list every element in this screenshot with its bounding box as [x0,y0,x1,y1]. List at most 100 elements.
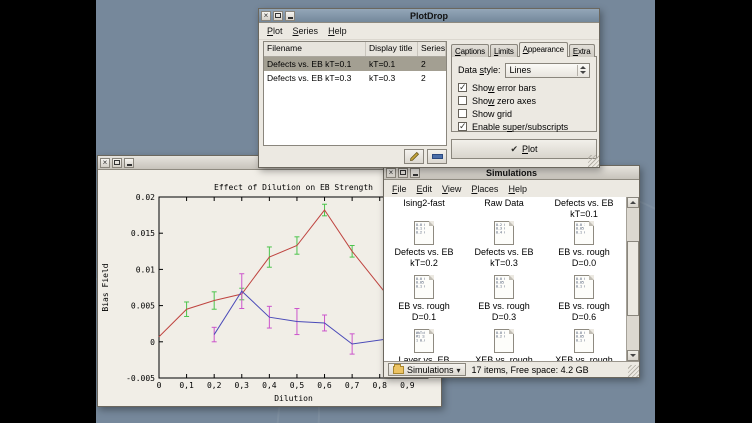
maximize-icon[interactable] [273,11,283,21]
checkbox[interactable] [458,83,467,92]
scroll-up-icon[interactable] [627,197,639,208]
table-cell: Defects vs. EB kT=0.3 [264,73,366,83]
add-file-button[interactable] [404,149,424,164]
remove-file-button[interactable] [427,149,447,164]
column-header-series[interactable]: Series [418,42,446,56]
svg-text:0,2: 0,2 [207,381,222,390]
tab-strip: CaptionsLimitsAppearanceExtra [451,41,597,57]
file-label: Defects vs. EB kT=0.2 [394,247,453,269]
svg-text:-0.005: -0.005 [126,374,155,383]
checkbox-row[interactable]: Show error bars [458,81,590,94]
resize-grip[interactable] [588,155,599,167]
file-icon: #kT=0.#1 1s1 0.002 0.01 [414,329,434,353]
table-header: Filename Display title Series [264,42,446,57]
status-bar: Simulations 17 items, Free space: 4.2 GB [384,361,639,377]
file-icon: 0.2 0.0.3 0.0.4 0.0.5 0. [494,221,514,245]
checkbox-label: Enable super/subscripts [472,122,568,132]
close-icon[interactable] [100,158,110,168]
tab-appearance[interactable]: Appearance [519,42,568,57]
simulations-menubar: FileEditViewPlacesHelp [384,180,639,198]
location-label: Simulations [407,365,454,375]
file-label: Defects vs. EB kT=0.3 [474,247,533,269]
file-item[interactable]: Ising2-fast [384,198,464,219]
file-item[interactable]: 0.0 0.0.2 0.XEB vs. rough [464,327,544,361]
close-icon[interactable] [261,11,271,21]
file-item[interactable]: 0.0 0.0.1 0.0.2 0.0.3 0.Defects vs. EB k… [384,219,464,273]
file-item[interactable]: #kT=0.#1 1s1 0.002 0.01Layer vs. EB [384,327,464,361]
menu-edit[interactable]: Edit [412,183,438,195]
svg-text:0,4: 0,4 [262,381,277,390]
file-item[interactable]: 0.0 0.0.05 00.1 0.0.15 0XEB vs. rough [544,327,624,361]
column-header-display-title[interactable]: Display title [366,42,418,56]
plotdrop-titlebar[interactable]: PlotDrop [259,9,599,23]
resize-grip[interactable] [628,365,639,377]
file-item[interactable]: 0.0 1.0.05 00.1 0.0.15 0EB vs. rough D=0… [544,219,624,273]
tab-extra[interactable]: Extra [569,44,595,57]
file-item[interactable]: 0.0 0.0.05 00.1 0.0.15 0EB vs. rough D=0… [464,273,544,327]
menu-help[interactable]: Help [503,183,532,195]
settings-panel: CaptionsLimitsAppearanceExtra Data style… [451,41,597,159]
minimize-icon[interactable] [410,168,420,178]
file-label: Defects vs. EB kT=0.1 [554,198,613,220]
menu-places[interactable]: Places [466,183,503,195]
table-cell: kT=0.3 [366,73,418,83]
menu-view[interactable]: View [437,183,466,195]
svg-text:0,7: 0,7 [345,381,360,390]
minimize-icon[interactable] [124,158,134,168]
tab-limits[interactable]: Limits [490,44,518,57]
tab-captions[interactable]: Captions [451,44,489,57]
data-style-label: Data style: [458,65,501,75]
table-row[interactable]: Defects vs. EB kT=0.1kT=0.12 [264,57,446,71]
scrollbar[interactable] [626,197,639,361]
file-item[interactable]: 0.2 0.0.3 0.0.4 0.0.5 0.Defects vs. EB k… [464,219,544,273]
minimize-icon[interactable] [285,11,295,21]
checkbox[interactable] [458,96,467,105]
file-table: Filename Display title Series Defects vs… [263,41,447,146]
folder-icon [393,366,404,374]
svg-text:0,3: 0,3 [235,381,250,390]
menu-help[interactable]: Help [323,25,352,37]
file-icon: 0.0 0.0.05 00.1 0.0.15 0 [574,275,594,299]
close-icon[interactable] [386,168,396,178]
file-icon: 0.0 0.0.05 00.1 0.0.15 0 [494,275,514,299]
file-item[interactable]: Defects vs. EB kT=0.1 [544,198,624,219]
file-label: EB vs. rough D=0.1 [398,301,450,323]
checkbox[interactable] [458,122,467,131]
svg-text:Effect of Dilution on EB Stren: Effect of Dilution on EB Strength [214,183,373,192]
file-label: EB vs. rough D=0.6 [558,301,610,323]
menu-file[interactable]: File [387,183,412,195]
plot-button[interactable]: Plot [451,139,597,159]
maximize-icon[interactable] [112,158,122,168]
svg-text:0.02: 0.02 [136,193,155,202]
svg-text:0.005: 0.005 [131,302,155,311]
svg-text:0,1: 0,1 [179,381,194,390]
checkbox-row[interactable]: Enable super/subscripts [458,120,590,133]
screen: Effect of Dilution on EB StrengthDilutio… [0,0,752,423]
scrollbar-thumb[interactable] [627,241,639,316]
checkbox[interactable] [458,109,467,118]
pencil-icon [409,151,420,162]
location-button[interactable]: Simulations [388,363,466,376]
data-style-select[interactable]: Lines [505,63,590,78]
file-item[interactable]: 0.0 0.0.05 00.1 0.0.15 0EB vs. rough D=0… [544,273,624,327]
file-item[interactable]: 0.0 0.0.05 00.1 0.0.15 0EB vs. rough D=0… [384,273,464,327]
spinner-icon[interactable] [577,65,588,76]
menu-plot[interactable]: Plot [262,25,288,37]
checkbox-row[interactable]: Show grid [458,107,590,120]
svg-text:0,5: 0,5 [290,381,305,390]
checkbox-label: Show grid [472,109,512,119]
plotdrop-window: PlotDrop PlotSeriesHelp Filename Display… [258,8,600,168]
window-title: PlotDrop [259,11,599,21]
file-label: EB vs. rough D=0.3 [478,301,530,323]
checkbox-row[interactable]: Show zero axes [458,94,590,107]
checkbox-label: Show error bars [472,83,536,93]
scroll-down-icon[interactable] [627,350,639,361]
table-row[interactable]: Defects vs. EB kT=0.3kT=0.32 [264,71,446,85]
svg-text:0: 0 [157,381,162,390]
column-header-filename[interactable]: Filename [264,42,366,56]
simulations-titlebar[interactable]: Simulations [384,166,639,180]
file-item[interactable]: Raw Data [464,198,544,219]
menu-series[interactable]: Series [288,25,324,37]
maximize-icon[interactable] [398,168,408,178]
svg-text:0.015: 0.015 [131,229,155,238]
